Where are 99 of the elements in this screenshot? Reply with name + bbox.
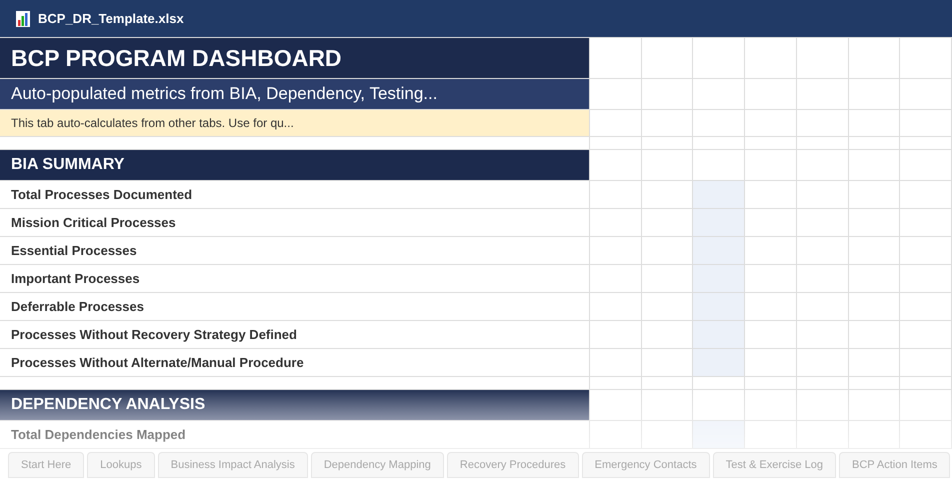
empty-cell (796, 137, 849, 150)
sheet-tab[interactable]: Start Here (8, 452, 84, 478)
section-header: BIA SUMMARY (0, 150, 590, 181)
empty-cell (796, 293, 849, 321)
empty-cell (900, 265, 952, 293)
empty-cell (900, 293, 952, 321)
input-cell[interactable] (693, 209, 746, 237)
empty-cell (900, 137, 952, 150)
empty-cell (900, 209, 952, 237)
metric-label: Total Processes Documented (0, 181, 590, 209)
empty-cell (848, 110, 900, 137)
metric-label: Deferrable Processes (0, 293, 590, 321)
empty-cell (900, 421, 952, 449)
empty-cell (642, 377, 694, 390)
metric-label: Mission Critical Processes (0, 209, 590, 237)
sheet-tab[interactable]: Emergency Contacts (582, 452, 710, 478)
empty-cell (590, 293, 642, 321)
empty-cell (745, 150, 797, 181)
empty-cell (900, 390, 952, 421)
metric-label: Total Dependencies Mapped (0, 421, 590, 449)
empty-cell (848, 150, 900, 181)
empty-cell (693, 377, 746, 390)
note-cell: This tab auto-calculates from other tabs. Use for qu... (0, 110, 590, 137)
empty-cell (900, 79, 952, 110)
empty-cell (900, 181, 952, 209)
metric-label: Essential Processes (0, 237, 590, 265)
empty-cell (796, 321, 849, 349)
sheet-tab[interactable]: Recovery Procedures (446, 452, 579, 478)
empty-cell (590, 237, 642, 265)
sheet-title: BCP PROGRAM DASHBOARD (0, 38, 590, 79)
empty-cell (590, 137, 642, 150)
empty-cell (590, 209, 642, 237)
empty-cell (745, 390, 797, 421)
empty-cell (745, 377, 797, 390)
empty-cell (642, 79, 694, 110)
sheet-tab[interactable]: Business Impact Analysis (158, 452, 308, 478)
empty-cell (848, 209, 900, 237)
input-cell[interactable] (693, 181, 746, 209)
empty-cell (848, 421, 900, 449)
empty-cell (900, 110, 952, 137)
empty-cell (590, 377, 642, 390)
empty-cell (642, 137, 694, 150)
empty-cell (848, 377, 900, 390)
empty-cell (848, 349, 900, 377)
empty-cell (796, 110, 849, 137)
empty-cell (590, 349, 642, 377)
empty-cell (848, 181, 900, 209)
empty-cell (848, 79, 900, 110)
empty-cell (796, 150, 849, 181)
empty-cell (590, 321, 642, 349)
section-header: DEPENDENCY ANALYSIS (0, 390, 590, 421)
empty-cell (796, 181, 849, 209)
empty-cell (796, 377, 849, 390)
empty-cell (693, 137, 746, 150)
input-cell[interactable] (693, 421, 746, 449)
empty-cell (745, 110, 797, 137)
empty-cell (642, 390, 694, 421)
metric-label: Processes Without Alternate/Manual Procedure (0, 349, 590, 377)
metric-label: Processes Without Recovery Strategy Defined (0, 321, 590, 349)
sheet-tab[interactable]: Test & Exercise Log (712, 452, 836, 478)
empty-cell (590, 265, 642, 293)
empty-cell (848, 321, 900, 349)
input-cell[interactable] (693, 321, 746, 349)
empty-cell (848, 137, 900, 150)
empty-cell (590, 421, 642, 449)
input-cell[interactable] (693, 349, 746, 377)
empty-cell (796, 421, 849, 449)
input-cell[interactable] (693, 265, 746, 293)
empty-cell (900, 321, 952, 349)
empty-cell (796, 265, 849, 293)
empty-cell (693, 79, 746, 110)
empty-cell (796, 349, 849, 377)
input-cell[interactable] (693, 293, 746, 321)
empty-cell (900, 237, 952, 265)
empty-cell (796, 390, 849, 421)
input-cell[interactable] (693, 237, 746, 265)
empty-cell (900, 377, 952, 390)
empty-cell (796, 237, 849, 265)
spreadsheet-icon (16, 10, 30, 26)
sheet-tab[interactable]: Lookups (87, 452, 155, 478)
empty-cell (900, 349, 952, 377)
empty-cell (796, 79, 849, 110)
empty-cell (745, 137, 797, 150)
window-title: BCP_DR_Template.xlsx (38, 10, 184, 28)
empty-cell (848, 390, 900, 421)
empty-cell (745, 79, 797, 110)
metric-label: Important Processes (0, 265, 590, 293)
sheet-subtitle: Auto-populated metrics from BIA, Dependency, Testing... (0, 79, 590, 110)
empty-cell (848, 237, 900, 265)
empty-cell (900, 150, 952, 181)
empty-cell (642, 110, 694, 137)
empty-cell (642, 150, 694, 181)
empty-cell (848, 265, 900, 293)
sheet-tab[interactable]: Dependency Mapping (310, 452, 444, 478)
empty-cell (796, 209, 849, 237)
empty-cell (848, 293, 900, 321)
empty-cell (590, 181, 642, 209)
empty-cell (693, 110, 746, 137)
sheet-tab[interactable]: BCP Action Items (839, 452, 950, 478)
